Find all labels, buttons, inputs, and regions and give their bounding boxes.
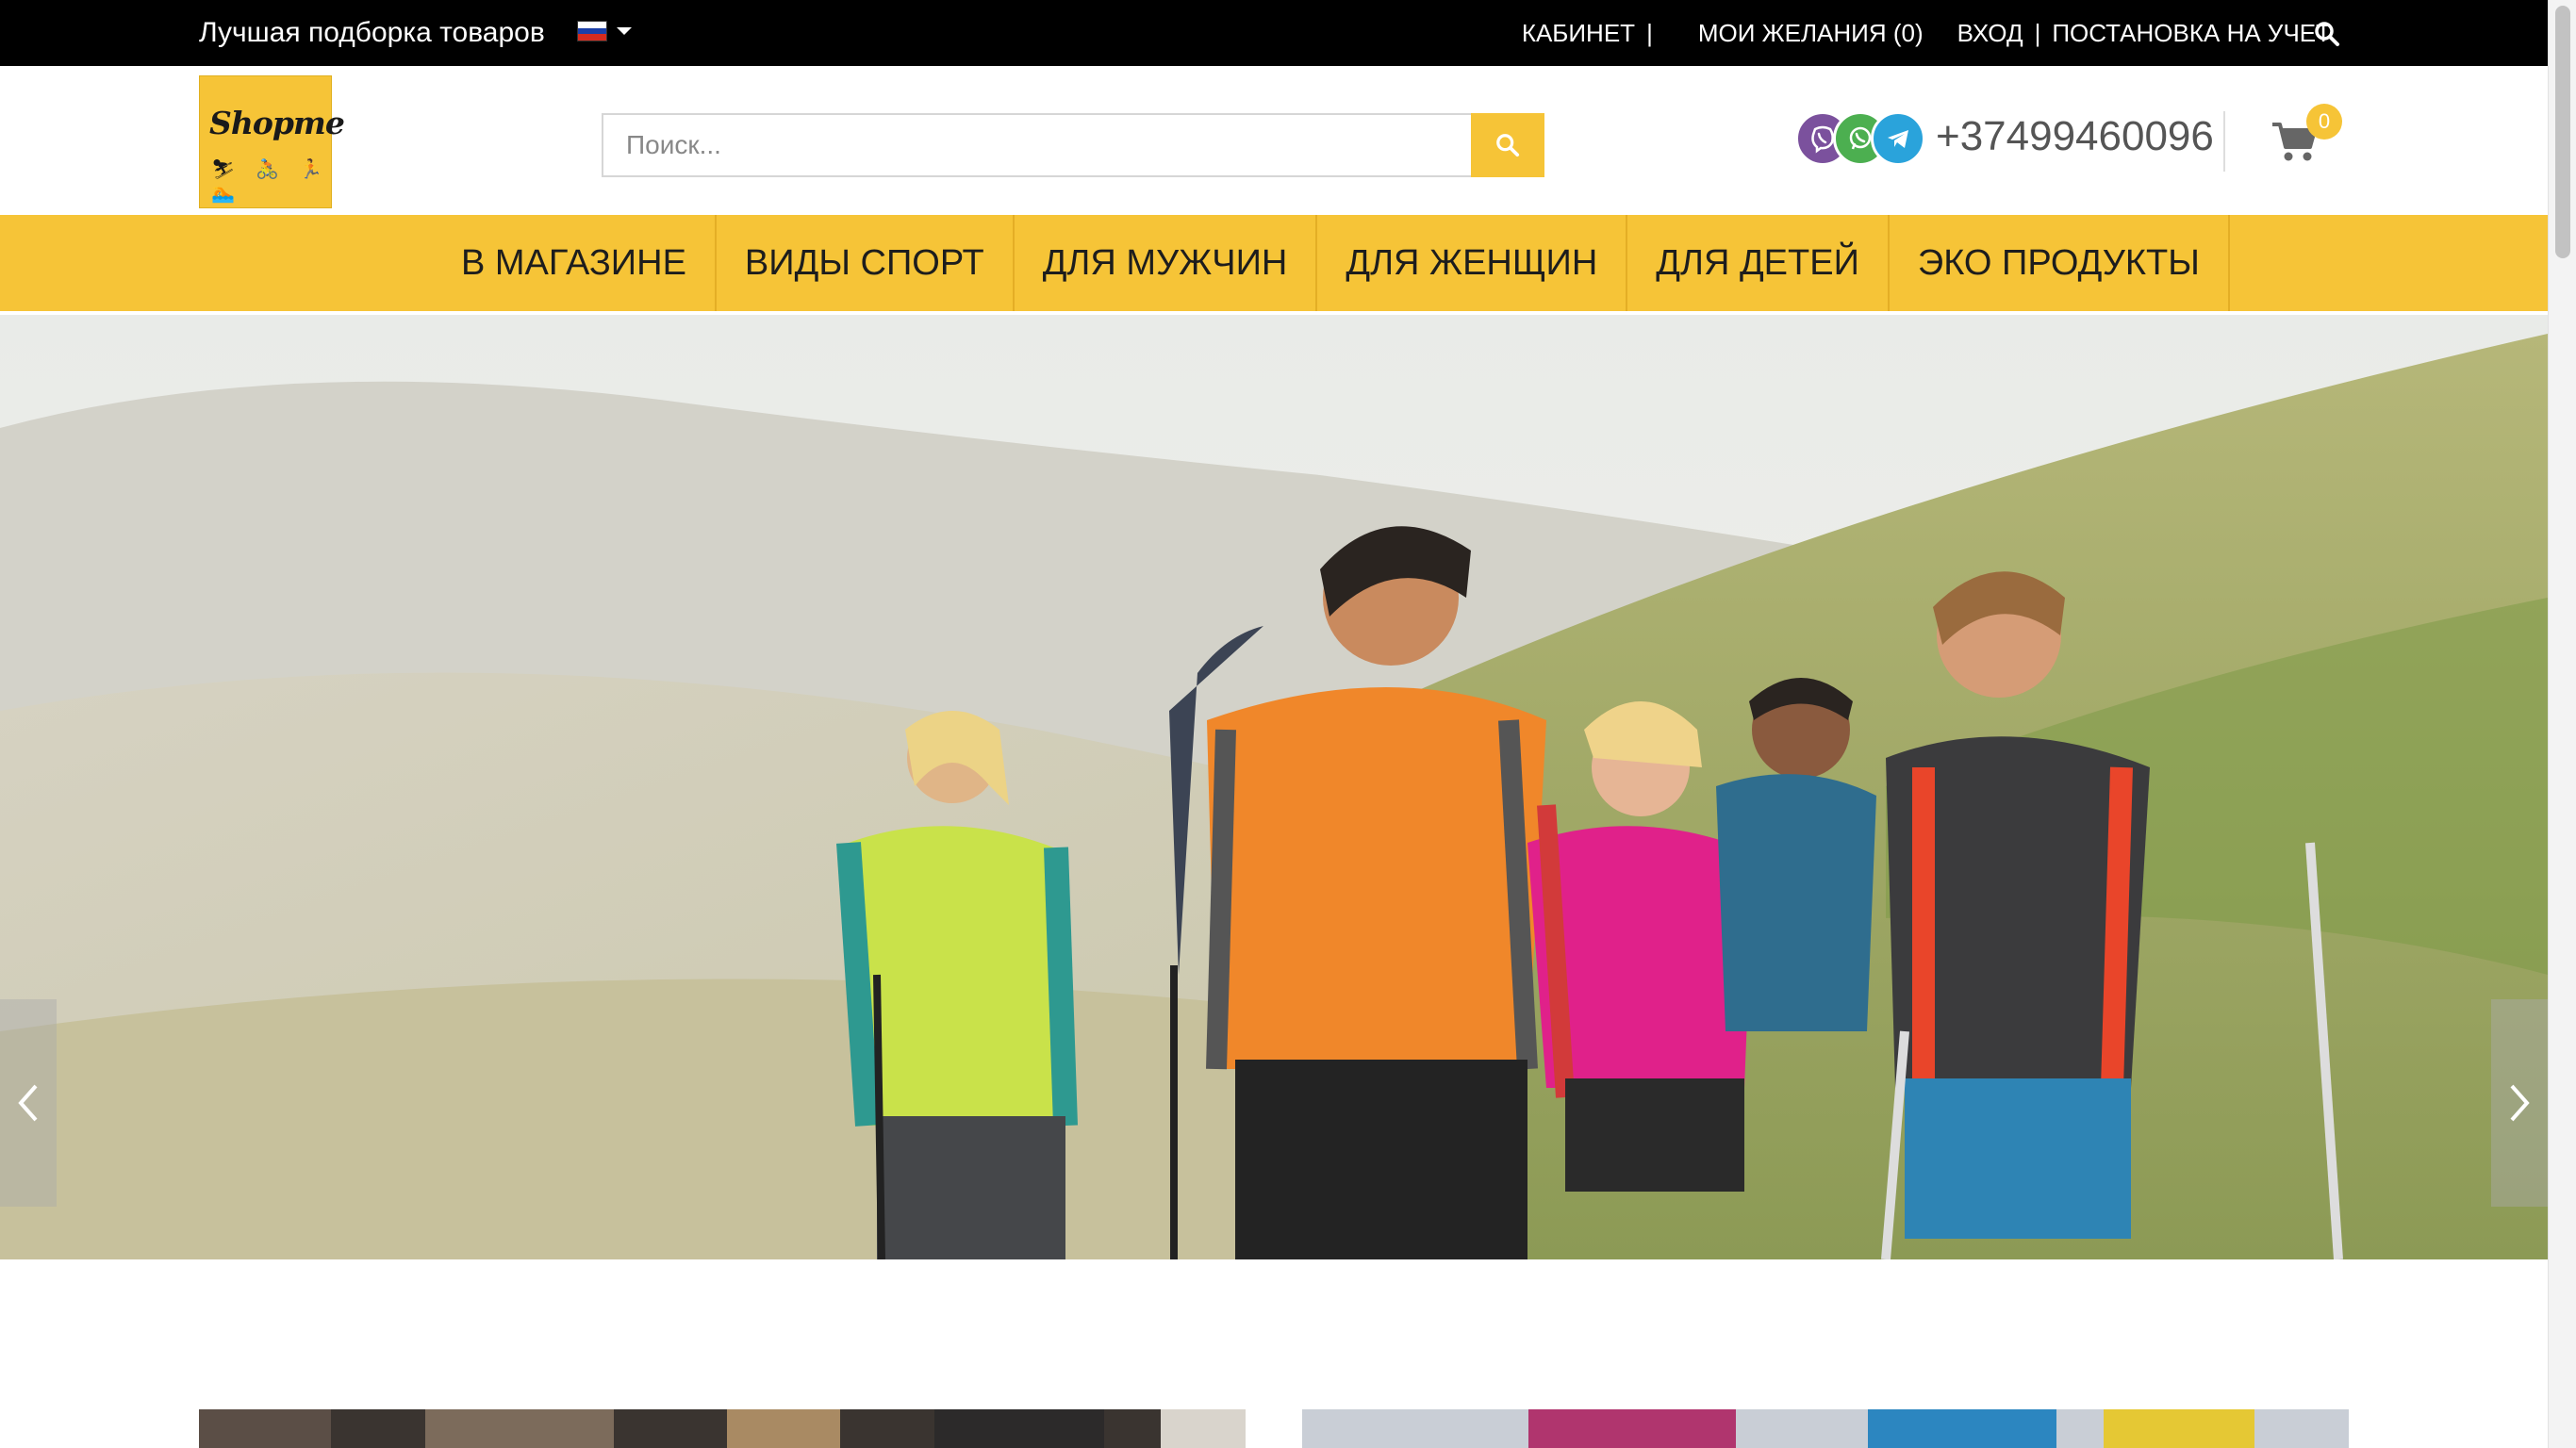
- scrollbar-thumb[interactable]: [2555, 6, 2570, 258]
- nav-item-sports[interactable]: ВИДЫ СПОРТ: [717, 215, 1015, 311]
- language-selector[interactable]: [577, 21, 632, 41]
- nav-item-men[interactable]: ДЛЯ МУЖЧИН: [1015, 215, 1318, 311]
- category-tile-1[interactable]: [199, 1409, 1246, 1448]
- account-links: КАБИНЕТ | МОИ ЖЕЛАНИЯ (0) ВХОД | ПОСТАНО…: [1522, 19, 2331, 48]
- hero-image-hikers: [0, 315, 2548, 1259]
- nav-item-shop[interactable]: В МАГАЗИНЕ: [433, 215, 717, 311]
- caret-down-icon: [617, 27, 632, 35]
- wishlist-link[interactable]: МОИ ЖЕЛАНИЯ (0): [1698, 19, 1924, 48]
- link-separator: |: [1646, 19, 1653, 47]
- search-icon: [1496, 134, 1520, 157]
- logo-sport-figures: ⛷ 🚴 🏃 🏊: [211, 159, 331, 204]
- phone-number[interactable]: +37499460096: [1936, 113, 2214, 160]
- search-icon[interactable]: [2314, 21, 2340, 47]
- site-tagline: Лучшая подборка товаров: [199, 17, 545, 48]
- register-link[interactable]: ПОСТАНОВКА НА УЧЕТ: [2052, 19, 2331, 48]
- search-button[interactable]: [1471, 113, 1544, 177]
- flag-russia-icon: [577, 21, 607, 41]
- search-input[interactable]: [602, 113, 1471, 177]
- slider-prev-button[interactable]: [0, 999, 57, 1207]
- chevron-right-icon: [2510, 1084, 2530, 1122]
- nav-item-kids[interactable]: ДЛЯ ДЕТЕЙ: [1627, 215, 1890, 311]
- hero-slider: [0, 315, 2548, 1259]
- login-link[interactable]: ВХОД: [1957, 19, 2023, 48]
- main-navigation: В МАГАЗИНЕ ВИДЫ СПОРТ ДЛЯ МУЖЧИН ДЛЯ ЖЕН…: [0, 215, 2548, 311]
- search-bar: [602, 113, 1544, 177]
- category-image: [199, 1409, 1246, 1448]
- category-image: [1302, 1409, 2349, 1448]
- chevron-left-icon: [18, 1084, 38, 1122]
- cabinet-link[interactable]: КАБИНЕТ: [1522, 19, 1635, 48]
- messenger-icons: [1795, 111, 1927, 170]
- nav-item-women[interactable]: ДЛЯ ЖЕНЩИН: [1317, 215, 1628, 311]
- shopme-logo[interactable]: Shopme ⛷ 🚴 🏃 🏊: [199, 75, 345, 208]
- cart-count-badge: 0: [2306, 104, 2342, 140]
- logo-text: Shopme: [209, 105, 345, 141]
- nav-item-eco[interactable]: ЭКО ПРОДУКТЫ: [1890, 215, 2230, 311]
- category-tile-2[interactable]: [1302, 1409, 2349, 1448]
- page-scrollbar[interactable]: [2548, 0, 2576, 1448]
- header-divider: [2223, 111, 2225, 172]
- top-bar: Лучшая подборка товаров КАБИНЕТ | МОИ ЖЕ…: [0, 0, 2548, 66]
- link-separator: |: [2034, 19, 2041, 47]
- slider-next-button[interactable]: [2491, 999, 2548, 1207]
- telegram-icon[interactable]: [1871, 111, 1925, 166]
